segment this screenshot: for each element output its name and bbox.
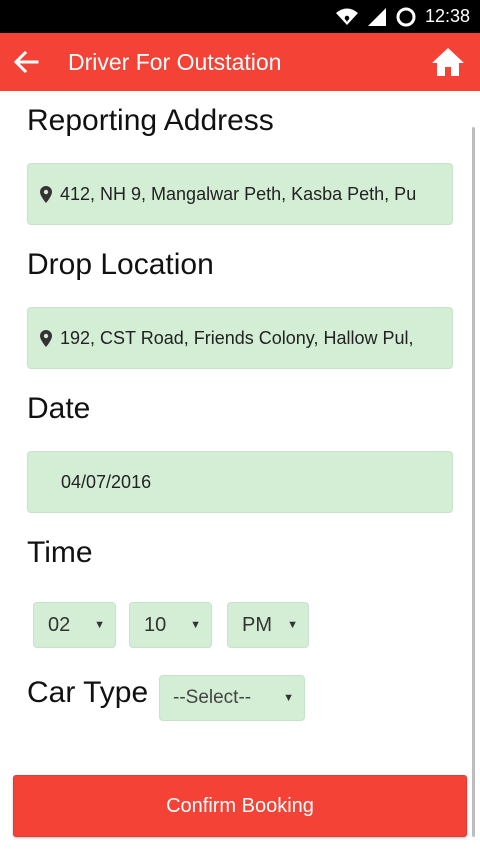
minute-select[interactable]: 10 ▼: [129, 602, 212, 648]
meridiem-value: PM: [242, 613, 272, 636]
scrollbar[interactable]: [472, 127, 475, 837]
home-icon[interactable]: [426, 33, 470, 91]
reporting-address-label: Reporting Address: [27, 104, 274, 137]
status-bar: 12:38: [0, 0, 480, 33]
meridiem-select[interactable]: PM ▼: [227, 602, 309, 648]
car-type-value: --Select--: [173, 687, 252, 708]
reporting-address-value: 412, NH 9, Mangalwar Peth, Kasba Peth, P…: [60, 183, 417, 204]
drop-location-field[interactable]: 192, CST Road, Friends Colony, Hallow Pu…: [27, 307, 453, 369]
app-bar: Driver For Outstation: [0, 33, 480, 91]
drop-location-value: 192, CST Road, Friends Colony, Hallow Pu…: [60, 327, 414, 348]
status-time: 12:38: [424, 6, 470, 26]
location-pin-icon: [40, 329, 54, 347]
date-value: 04/07/2016: [61, 471, 152, 492]
time-label: Time: [27, 536, 93, 569]
sync-icon: [395, 6, 417, 28]
reporting-address-field[interactable]: 412, NH 9, Mangalwar Peth, Kasba Peth, P…: [27, 163, 453, 225]
car-type-label: Car Type: [27, 676, 149, 709]
dropdown-arrow-icon: ▼: [287, 619, 298, 631]
date-label: Date: [27, 392, 91, 425]
signal-icon: [367, 7, 387, 27]
hour-select[interactable]: 02 ▼: [33, 602, 116, 648]
date-field[interactable]: 04/07/2016: [27, 451, 453, 513]
wifi-icon: [335, 7, 359, 27]
car-type-select[interactable]: --Select-- ▼: [159, 675, 305, 721]
drop-location-label: Drop Location: [27, 248, 214, 281]
confirm-booking-button[interactable]: Confirm Booking: [13, 775, 467, 837]
dropdown-arrow-icon: ▼: [94, 619, 105, 631]
minute-value: 10: [144, 613, 167, 636]
location-pin-icon: [40, 185, 54, 203]
dropdown-arrow-icon: ▼: [190, 619, 201, 631]
page-title: Driver For Outstation: [68, 48, 282, 75]
dropdown-arrow-icon: ▼: [283, 692, 294, 704]
hour-value: 02: [48, 613, 71, 636]
back-arrow-icon[interactable]: [4, 33, 48, 91]
